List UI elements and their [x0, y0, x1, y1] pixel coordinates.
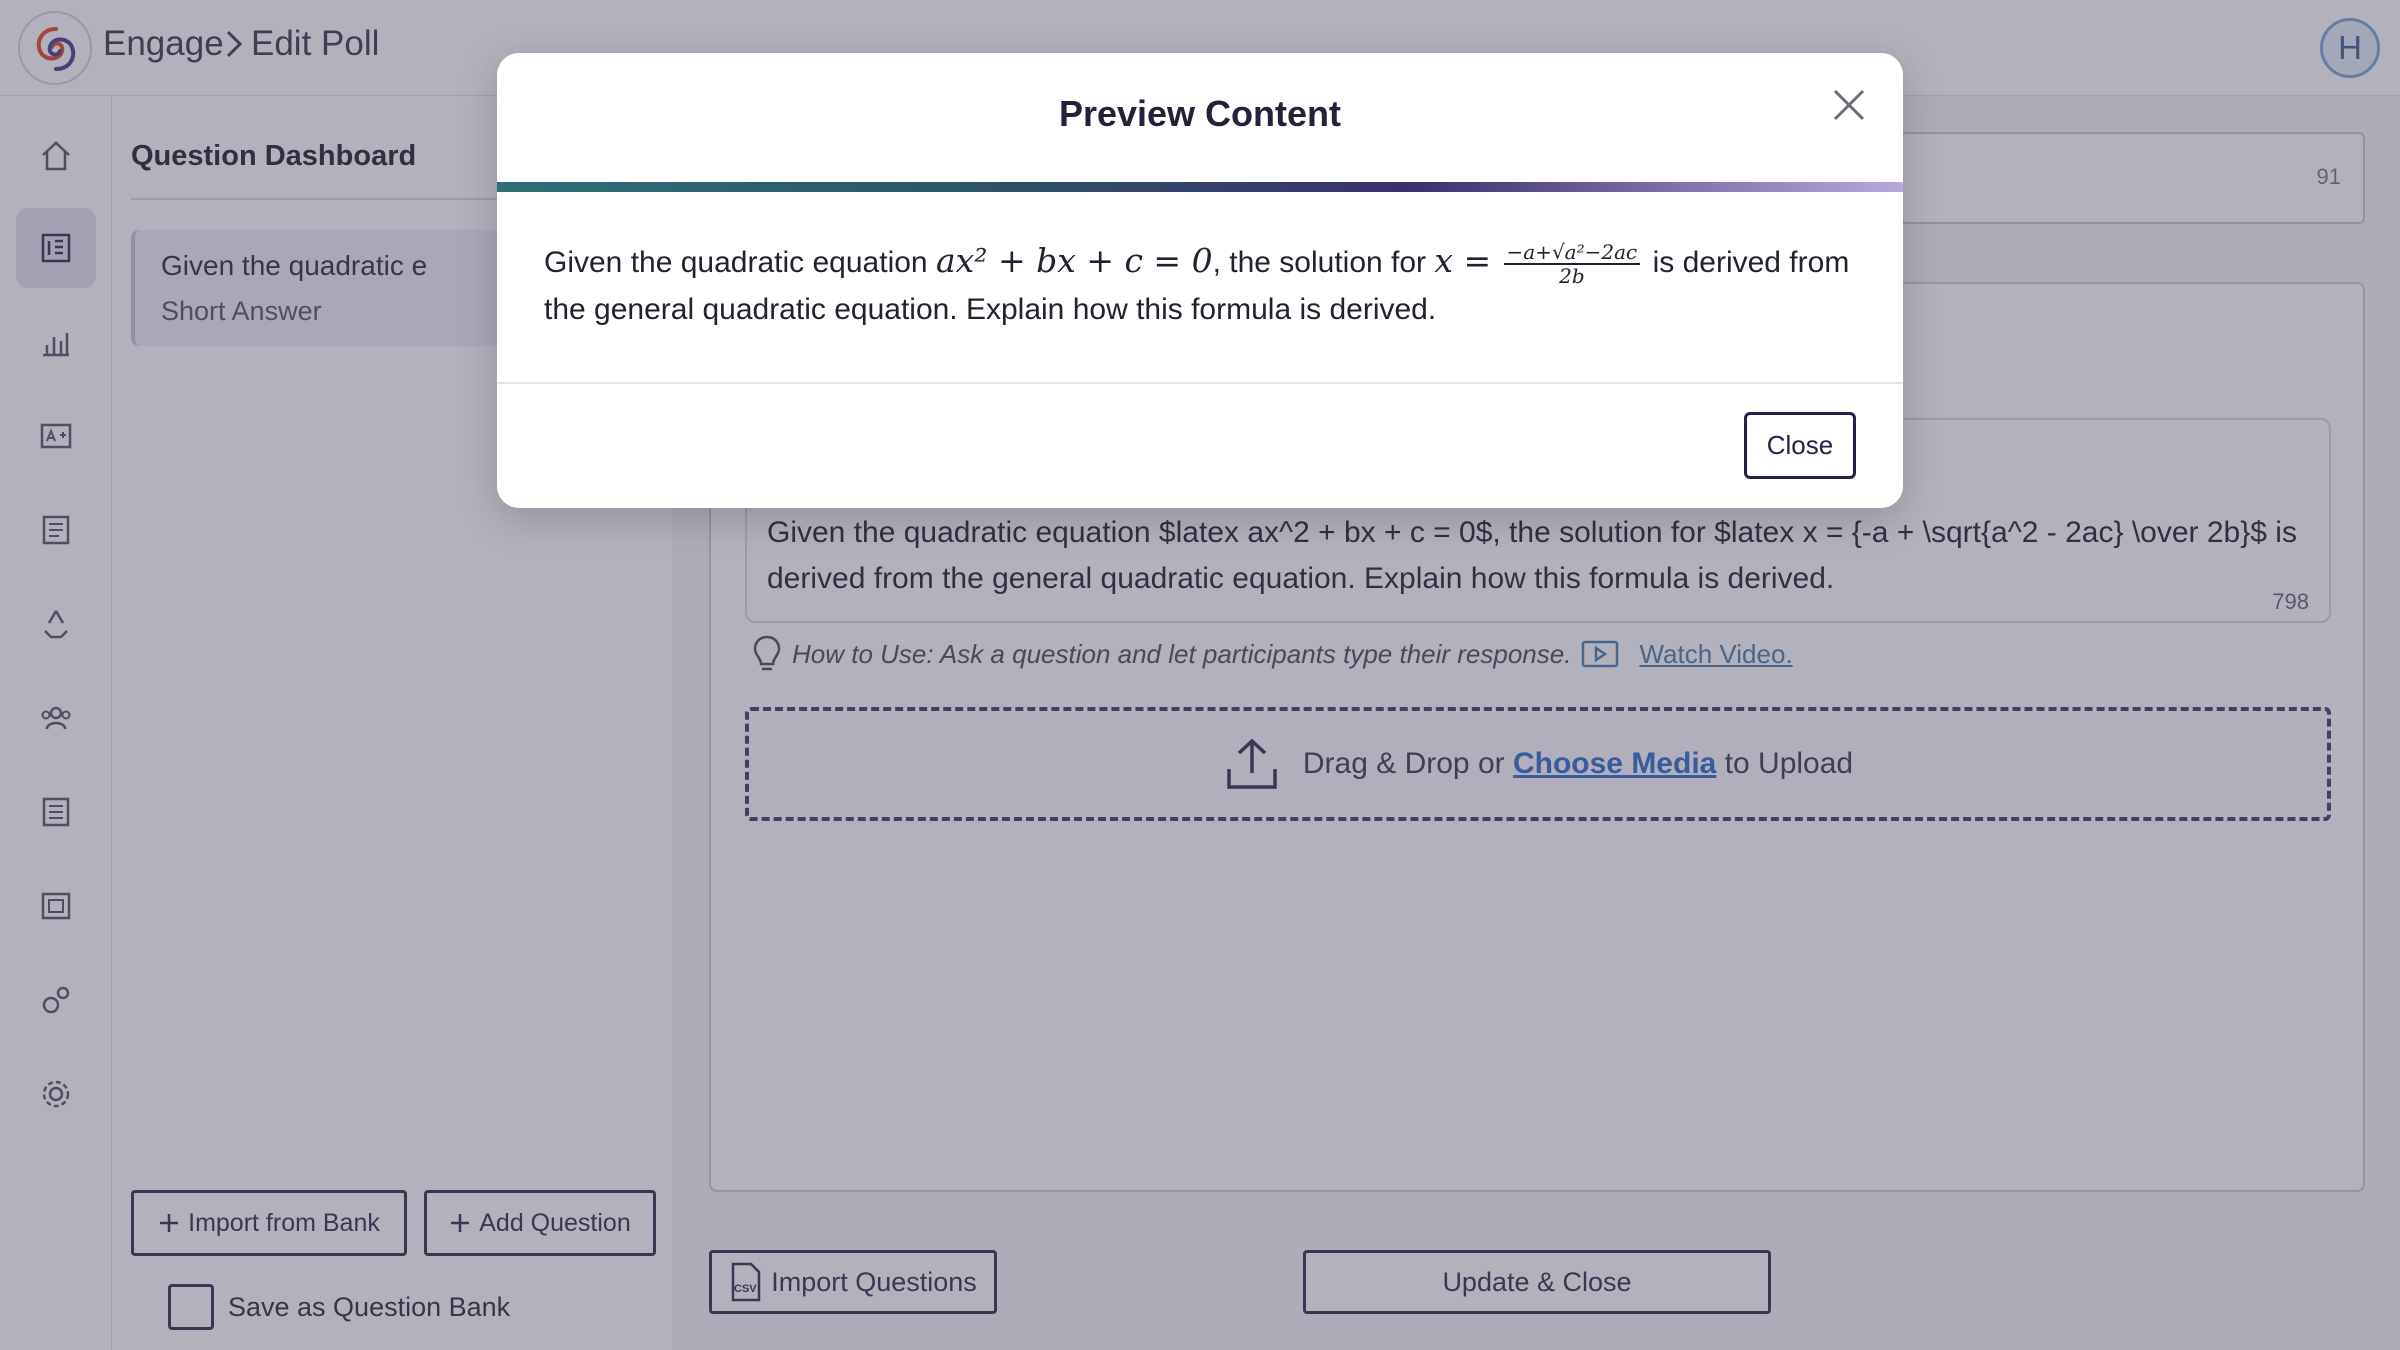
close-icon[interactable] — [1827, 83, 1871, 127]
modal-body-part2: , the solution for — [1212, 246, 1427, 279]
fraction-denominator: 2b — [1559, 264, 1585, 289]
close-button[interactable]: Close — [1744, 412, 1856, 479]
preview-content-modal: Preview Content Given the quadratic equa… — [497, 53, 1903, 508]
modal-body-part1: Given the quadratic equation — [544, 246, 928, 279]
modal-title: Preview Content — [1058, 93, 1342, 134]
math-equation: ax² + bx + c = 0 — [935, 241, 1213, 280]
fraction-numerator: −a+√a²−2ac — [1503, 241, 1641, 266]
modal-body-text: Given the quadratic equation ax² + bx + … — [544, 238, 1874, 333]
math-x: x = — [1434, 241, 1492, 280]
modal-footer-divider — [497, 382, 1903, 384]
math-fraction: −a+√a²−2ac 2b — [1503, 241, 1641, 289]
modal-gradient-bar — [497, 182, 1903, 192]
